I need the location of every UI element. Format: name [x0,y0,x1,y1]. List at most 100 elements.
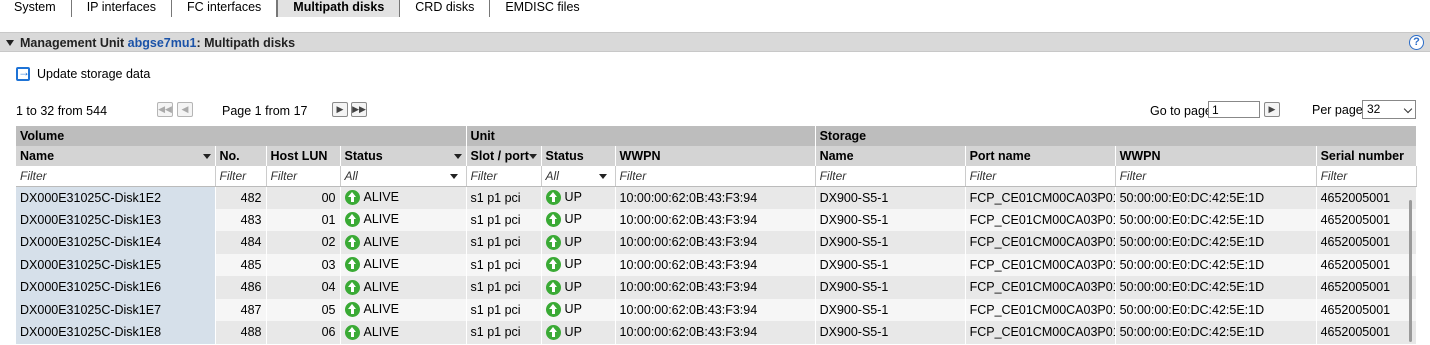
first-page-icon[interactable]: ◀◀ [157,102,173,117]
col-unit-status[interactable]: Status [541,146,616,166]
status-text: ALIVE [363,189,399,204]
table-row[interactable]: DX000E31025C-Disk1E2 482 00 ALIVE s1 p1 pci U… [16,186,1417,209]
cell-no: 483 [215,208,267,231]
cell-unit-status: UP [541,253,616,276]
col-volume-status-label: Status [344,149,383,163]
status-up-arrow-icon [344,324,360,340]
cell-port-name: FCP_CE01CM00CA03P01 [965,231,1116,254]
table-row[interactable]: DX000E31025C-Disk1E8 488 06 ALIVE s1 p1 pci U… [16,321,1417,344]
cell-host-lun: 02 [266,231,341,254]
filter-volume-name[interactable]: Filter [16,166,216,187]
filter-unit-status-select[interactable]: All [541,166,616,187]
cell-unit-wwpn: 10:00:00:62:0B:43:F3:94 [615,321,816,344]
status-up-arrow-icon [344,234,360,250]
table-row[interactable]: DX000E31025C-Disk1E4 484 02 ALIVE s1 p1 pci U… [16,231,1417,254]
tab-fc-interfaces[interactable]: FC interfaces [172,0,278,17]
help-icon[interactable]: ? [1409,35,1424,50]
cell-serial-number: 4652005001 [1316,208,1417,231]
filter-storage-name[interactable]: Filter [815,166,966,187]
go-to-page-input[interactable] [1208,101,1260,118]
status-up-arrow-icon [344,279,360,295]
status-text: UP [564,324,582,339]
col-unit-wwpn[interactable]: WWPN [615,146,816,166]
cell-volume-status: ALIVE [340,276,467,299]
cell-unit-wwpn: 10:00:00:62:0B:43:F3:94 [615,186,816,209]
column-header-row: Name No. Host LUN Status Slot / port Sta… [16,146,1417,166]
group-header-row: Volume Unit Storage [16,126,1417,146]
sort-down-icon[interactable] [528,154,537,159]
filter-slot-port[interactable]: Filter [466,166,542,187]
status-text: UP [564,279,582,294]
table-row[interactable]: DX000E31025C-Disk1E6 486 04 ALIVE s1 p1 pci U… [16,276,1417,299]
cell-volume-status: ALIVE [340,208,467,231]
tab-system[interactable]: System [0,0,72,17]
cell-host-lun: 00 [266,186,341,209]
cell-no: 488 [215,321,267,344]
cell-host-lun: 03 [266,253,341,276]
per-page-value: 32 [1367,102,1381,116]
col-storage-wwpn[interactable]: WWPN [1115,146,1317,166]
cell-storage-name: DX900-S5-1 [815,298,966,321]
tab-multipath-disks[interactable]: Multipath disks [277,0,401,17]
cell-serial-number: 4652005001 [1316,321,1417,344]
cell-volume-name: DX000E31025C-Disk1E2 [16,186,216,209]
status-text: UP [564,234,582,249]
status-up-arrow-icon [545,302,561,318]
tab-crd-disks[interactable]: CRD disks [400,0,491,17]
cell-host-lun: 05 [266,298,341,321]
filter-host-lun[interactable]: Filter [266,166,341,187]
previous-page-icon[interactable]: ◀ [177,102,193,117]
col-port-name[interactable]: Port name [965,146,1116,166]
tab-ip-interfaces[interactable]: IP interfaces [72,0,172,17]
section-title: Management Unit abgse7mu1: Multipath dis… [20,36,295,50]
filter-no[interactable]: Filter [215,166,267,187]
col-storage-name[interactable]: Name [815,146,966,166]
cell-storage-name: DX900-S5-1 [815,253,966,276]
status-text: ALIVE [363,212,399,227]
update-storage-data-button[interactable]: Update storage data [16,65,150,81]
cell-volume-name: DX000E31025C-Disk1E7 [16,298,216,321]
cell-host-lun: 01 [266,208,341,231]
cell-storage-wwpn: 50:00:00:E0:DC:42:5E:1D [1115,298,1317,321]
cell-volume-name: DX000E31025C-Disk1E8 [16,321,216,344]
status-text: UP [564,257,582,272]
go-to-page-button[interactable]: ▶ [1264,102,1280,117]
management-unit-link[interactable]: abgse7mu1 [128,36,197,50]
cell-host-lun: 04 [266,276,341,299]
cell-serial-number: 4652005001 [1316,298,1417,321]
cell-no: 484 [215,231,267,254]
last-page-icon[interactable]: ▶▶ [351,102,367,117]
collapse-triangle-icon[interactable] [6,40,14,46]
filter-unit-status-value: All [545,168,559,183]
cell-storage-name: DX900-S5-1 [815,208,966,231]
col-slot-port[interactable]: Slot / port [466,146,542,166]
update-icon [16,65,30,81]
sort-down-icon[interactable] [453,154,462,159]
filter-unit-wwpn[interactable]: Filter [615,166,816,187]
filter-storage-wwpn[interactable]: Filter [1115,166,1317,187]
col-host-lun[interactable]: Host LUN [266,146,341,166]
col-serial-number[interactable]: Serial number [1316,146,1417,166]
cell-storage-wwpn: 50:00:00:E0:DC:42:5E:1D [1115,321,1317,344]
next-page-icon[interactable]: ▶ [332,102,348,117]
table-row[interactable]: DX000E31025C-Disk1E5 485 03 ALIVE s1 p1 pci U… [16,253,1417,276]
cell-serial-number: 4652005001 [1316,186,1417,209]
filter-volume-status-select[interactable]: All [340,166,467,187]
col-no[interactable]: No. [215,146,267,166]
section-header: Management Unit abgse7mu1: Multipath dis… [0,32,1430,52]
table-row[interactable]: DX000E31025C-Disk1E7 487 05 ALIVE s1 p1 pci U… [16,298,1417,321]
cell-storage-name: DX900-S5-1 [815,321,966,344]
per-page-select[interactable]: 32 [1362,100,1416,119]
vertical-scrollbar[interactable] [1409,200,1412,342]
status-up-arrow-icon [545,279,561,295]
status-text: ALIVE [363,279,399,294]
status-up-arrow-icon [545,257,561,273]
filter-serial-number[interactable]: Filter [1316,166,1417,187]
cell-volume-name: DX000E31025C-Disk1E5 [16,253,216,276]
table-row[interactable]: DX000E31025C-Disk1E3 483 01 ALIVE s1 p1 pci U… [16,208,1417,231]
col-volume-status[interactable]: Status [340,146,467,166]
tab-emdisc-files[interactable]: EMDISC files [490,0,594,17]
sort-down-icon[interactable] [202,154,211,159]
filter-port-name[interactable]: Filter [965,166,1116,187]
col-volume-name[interactable]: Name [16,146,216,166]
